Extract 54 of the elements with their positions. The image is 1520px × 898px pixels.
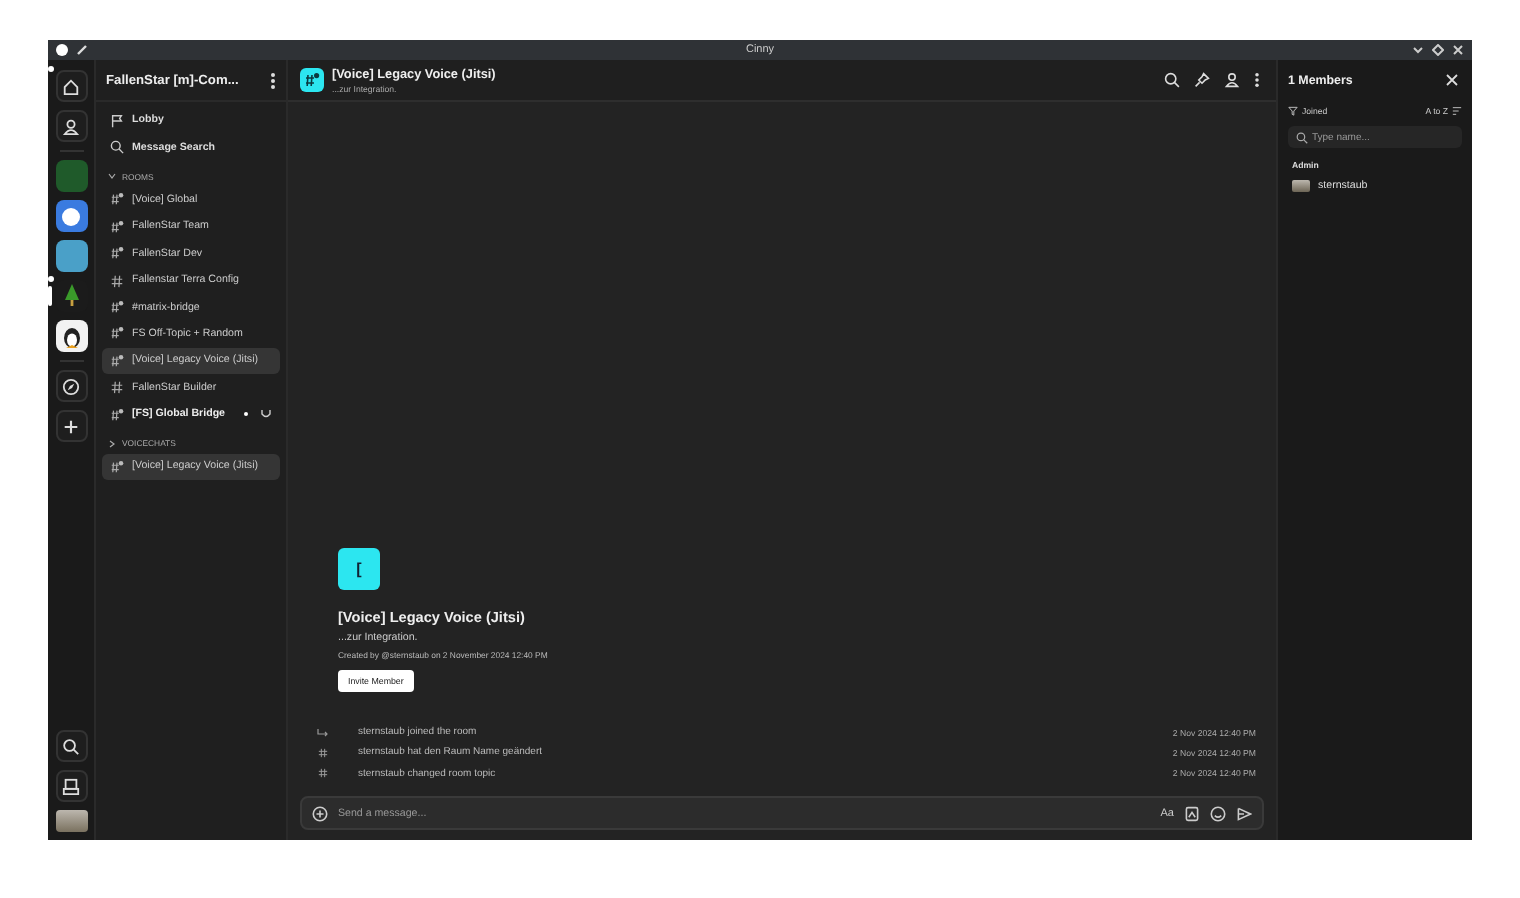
search-icon — [62, 737, 80, 755]
members-icon[interactable] — [1224, 72, 1240, 88]
selection-indicator — [47, 286, 51, 306]
voice-room-icon — [110, 407, 124, 422]
more-options-icon[interactable] — [1254, 72, 1260, 88]
unread-dot — [243, 411, 248, 417]
chevron-icon — [108, 172, 116, 181]
app-logo-icon — [56, 44, 68, 56]
plus-icon — [62, 417, 80, 435]
compass-icon — [62, 377, 80, 395]
member-avatar — [1292, 180, 1310, 192]
voice-room-icon — [110, 459, 124, 474]
home-button[interactable] — [55, 70, 87, 102]
voice-room-icon — [110, 353, 124, 368]
user-avatar[interactable] — [55, 810, 87, 832]
circle-icon — [60, 205, 82, 227]
search-icon[interactable] — [1164, 72, 1180, 88]
direct-messages-button[interactable] — [55, 110, 87, 142]
voice-room-icon — [110, 300, 124, 315]
voice-room-icon — [110, 326, 124, 341]
maximize-icon[interactable] — [1432, 44, 1444, 56]
search-button[interactable] — [55, 730, 87, 762]
search-icon — [110, 140, 124, 155]
send-icon[interactable] — [1236, 805, 1252, 821]
more-options-icon[interactable] — [270, 71, 276, 89]
inbox-icon — [62, 777, 80, 795]
chevron-icon — [108, 439, 116, 448]
voice-room-icon — [110, 246, 124, 261]
minimize-icon[interactable] — [1412, 44, 1424, 56]
voice-room-icon — [110, 219, 124, 234]
sticker-icon[interactable] — [1184, 805, 1200, 821]
space-avatar[interactable] — [55, 200, 87, 232]
inbox-button[interactable] — [55, 770, 87, 802]
penguin-icon — [59, 324, 83, 348]
sort-icon — [1452, 106, 1462, 116]
voice-room-icon — [110, 192, 124, 207]
space-avatar[interactable] — [55, 320, 87, 352]
person-icon — [62, 117, 80, 135]
close-icon[interactable] — [1452, 44, 1464, 56]
tree-icon — [63, 284, 79, 308]
home-icon — [62, 77, 80, 95]
room-avatar: [ — [338, 547, 380, 590]
unread-dot — [47, 66, 53, 72]
filter-icon — [1288, 106, 1298, 116]
unread-dot — [47, 276, 53, 282]
emoji-icon[interactable] — [1210, 805, 1226, 821]
add-attachment-icon[interactable] — [312, 805, 328, 821]
close-icon[interactable] — [1446, 74, 1458, 86]
space-avatar[interactable] — [55, 240, 87, 272]
flag-icon — [110, 113, 124, 128]
explore-button[interactable] — [55, 370, 87, 402]
hash-icon — [110, 380, 124, 395]
add-space-button[interactable] — [55, 410, 87, 442]
hash-icon — [110, 273, 124, 288]
